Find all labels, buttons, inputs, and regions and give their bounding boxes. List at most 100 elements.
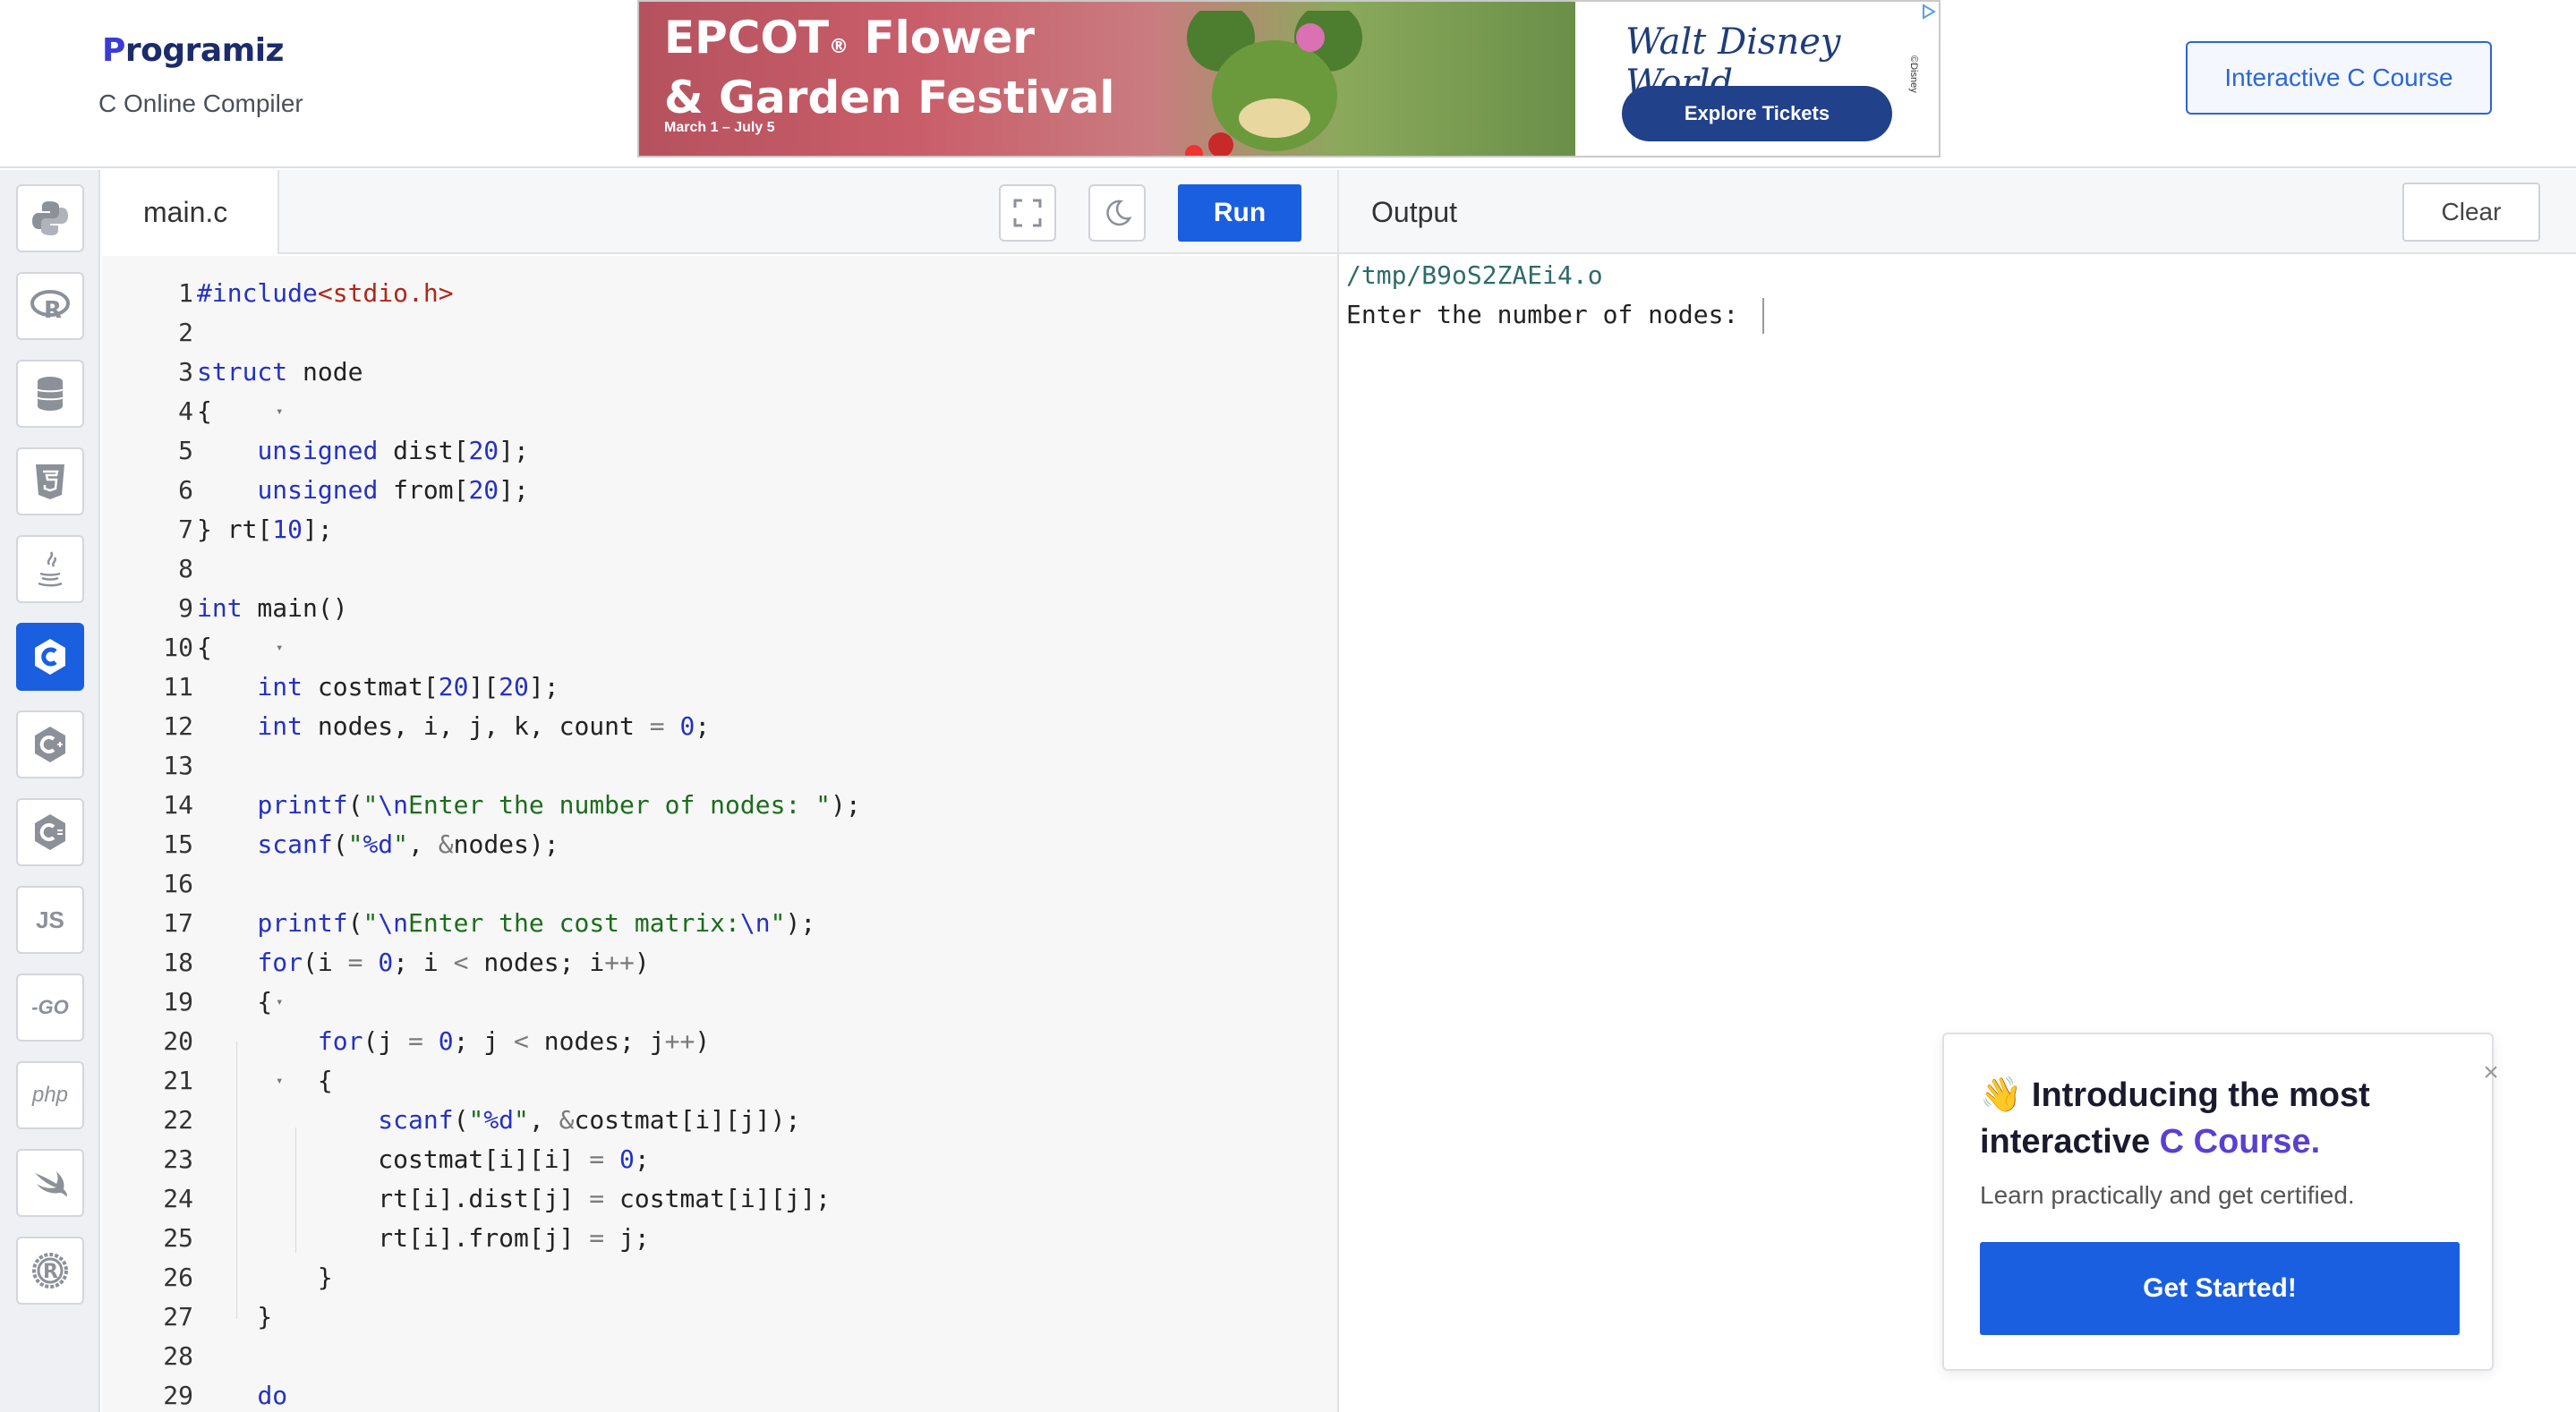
r-icon: R [30,290,70,324]
line-number: 20 [163,1026,193,1056]
lang-html-button[interactable] [16,447,84,515]
csharp-icon [35,814,65,850]
javascript-icon: JS [36,906,64,933]
code-line: printf("\nEnter the number of nodes: "); [257,790,861,820]
fold-arrow-icon[interactable]: ▾ [276,982,283,1022]
lang-cpp-button[interactable] [16,710,84,778]
go-icon: -GO [31,996,69,1018]
close-icon[interactable]: × [2478,1059,2504,1086]
code-line: unsigned dist[20]; [257,436,529,465]
lang-csharp-button[interactable] [16,798,84,866]
file-tab-main-c[interactable]: main.c [102,170,279,254]
line-number: 9 [178,593,193,623]
svg-text:R: R [43,1261,58,1283]
line-number: 19 [163,987,193,1016]
output-prompt-line: Enter the number of nodes: [1346,295,1765,335]
fullscreen-button[interactable] [999,184,1056,242]
run-button[interactable]: Run [1178,184,1301,242]
line-number: 3 [178,357,193,387]
lang-go-button[interactable]: -GO [16,974,84,1042]
lang-javascript-button[interactable]: JS [16,886,84,954]
logo-p-glyph: P [102,32,125,69]
code-line: do [257,1381,288,1410]
line-number: 4 [178,396,193,426]
ad-copyright: ©Disney [1908,55,1919,93]
ad-headline: EPCOT® Flower & Garden Festival [664,13,1114,123]
code-line: for(i = 0; i < nodes; i++) [257,948,650,977]
popup-title-highlight: C Course. [2159,1123,2321,1161]
line-number: 16 [163,869,193,898]
output-prompt: Enter the number of nodes: [1346,300,1754,329]
line-number: 1 [178,278,193,308]
page-subtitle: C Online Compiler [98,89,303,117]
line-number: 12 [163,711,193,741]
header: Programiz C Online Compiler EPCOT® Flowe… [0,0,2576,168]
html5-icon [36,464,64,499]
lang-php-button[interactable]: php [16,1061,84,1129]
fullscreen-icon [1013,199,1042,227]
logo-text: rogramiz [124,32,285,69]
ad-headline-line1: EPCOT [664,12,830,64]
programiz-logo[interactable]: Programiz [102,32,285,69]
code-line: { [197,987,273,1016]
clear-button[interactable]: Clear [2402,183,2540,242]
code-line: } [197,1263,333,1292]
get-started-button[interactable]: Get Started! [1980,1242,2460,1335]
popup-title: 👋 Introducing the most interactive C Cou… [1980,1072,2463,1165]
line-number: 25 [163,1223,193,1253]
line-number: 17 [163,908,193,938]
fold-arrow-icon[interactable]: ▾ [276,628,283,668]
rust-icon: R [32,1253,68,1289]
fold-arrow-icon[interactable]: ▾ [276,392,283,431]
code-line: printf("\nEnter the cost matrix:\n"); [257,908,816,938]
code-line: rt[i].from[j] = j; [197,1223,650,1253]
code-line: unsigned from[20]; [257,475,529,505]
language-sidebar: R JS -GO php R [0,170,100,1412]
code-line: #include<stdio.h> [197,278,454,308]
interactive-c-course-button[interactable]: Interactive C Course [2186,41,2492,115]
python-icon [32,201,68,235]
database-icon [37,377,64,411]
lang-r-button[interactable]: R [16,272,84,340]
code-line: { [197,633,212,662]
explore-tickets-button[interactable]: Explore Tickets [1622,86,1892,141]
dark-mode-button[interactable] [1088,184,1146,242]
code-line: { [197,1066,333,1095]
ad-cta-panel[interactable]: Walt Disney World. Explore Tickets ©Disn… [1575,2,1939,156]
line-number: 13 [163,751,193,780]
line-number: 21 [163,1066,193,1095]
course-promo-popup: × 👋 Introducing the most interactive C C… [1942,1033,2499,1371]
ad-headline-line2: & Garden Festival [664,72,1115,123]
lang-sql-button[interactable] [16,360,84,428]
code-line: scanf("%d", &costmat[i][j]); [378,1105,801,1135]
advertisement-banner[interactable]: EPCOT® Flower & Garden Festival March 1 … [637,0,1941,157]
code-line: for(j = 0; j < nodes; j++) [317,1026,711,1056]
lang-swift-button[interactable] [16,1149,84,1217]
line-number: 11 [163,672,193,702]
c-language-icon [35,639,65,675]
lang-python-button[interactable] [16,184,84,252]
line-number: 29 [163,1381,193,1410]
line-number: 2 [178,318,193,347]
lang-c-button[interactable] [16,623,84,691]
code-editor[interactable]: 1 #include<stdio.h> 2 3 struct node 4 ▾{5 unsi… [102,256,1337,1412]
php-icon: php [31,1083,69,1107]
output-title: Output [1371,196,1458,228]
text-cursor [1762,298,1765,334]
lang-java-button[interactable] [16,535,84,603]
adchoices-icon[interactable] [1921,4,1937,20]
topiary-mouse-image [1185,11,1362,156]
ad-registered-mark: ® [829,36,849,58]
code-line: int main() [197,593,348,623]
line-number: 15 [163,829,193,859]
code-line: costmat[i][i] = 0; [197,1144,650,1174]
lang-rust-button[interactable]: R [16,1237,84,1305]
ad-image-panel[interactable]: EPCOT® Flower & Garden Festival March 1 … [639,2,1575,156]
line-number: 14 [163,790,193,820]
line-number: 23 [163,1144,193,1174]
line-number: 10 [163,633,193,662]
line-number: 18 [163,948,193,977]
line-number: 7 [178,515,193,544]
ad-headline-line1b: Flower [849,12,1035,64]
java-icon [38,551,63,587]
